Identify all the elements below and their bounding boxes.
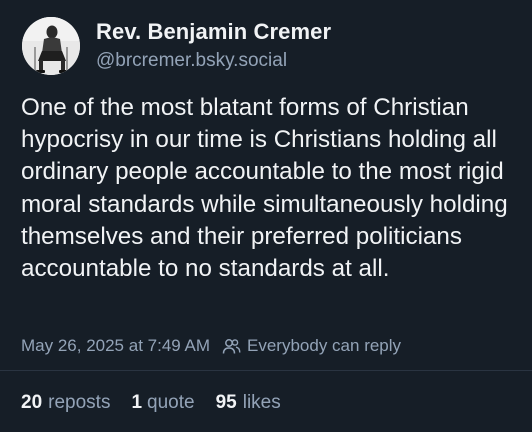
avatar[interactable] (22, 17, 80, 75)
author-display-name[interactable]: Rev. Benjamin Cremer (96, 19, 331, 45)
reposts-count: 20 (21, 392, 43, 413)
quotes-stat[interactable]: 1 quote (131, 391, 194, 415)
post-text: One of the most blatant forms of Christi… (21, 94, 508, 283)
author-identity: Rev. Benjamin Cremer @brcremer.bsky.soci… (96, 19, 331, 73)
avatar-photo (22, 17, 80, 75)
likes-label: likes (242, 392, 281, 413)
reposts-stat[interactable]: 20 reposts (21, 391, 110, 415)
likes-count: 95 (215, 392, 237, 413)
reply-setting: Everybody can reply (222, 335, 401, 357)
engagement-stats: 20 reposts 1 quote 95 likes (21, 391, 302, 415)
divider (0, 370, 532, 371)
quotes-label: quote (147, 392, 195, 413)
quotes-count: 1 (131, 392, 143, 413)
post-meta: May 26, 2025 at 7:49 AM Everybody can re… (21, 335, 401, 357)
post-card: Rev. Benjamin Cremer @brcremer.bsky.soci… (0, 0, 532, 432)
author-handle[interactable]: @brcremer.bsky.social (96, 49, 331, 73)
reply-setting-label: Everybody can reply (247, 336, 402, 355)
reposts-label: reposts (48, 392, 111, 413)
post-header: Rev. Benjamin Cremer @brcremer.bsky.soci… (22, 17, 331, 75)
likes-stat[interactable]: 95 likes (216, 391, 281, 415)
people-icon (222, 338, 241, 354)
post-timestamp[interactable]: May 26, 2025 at 7:49 AM (21, 335, 210, 357)
